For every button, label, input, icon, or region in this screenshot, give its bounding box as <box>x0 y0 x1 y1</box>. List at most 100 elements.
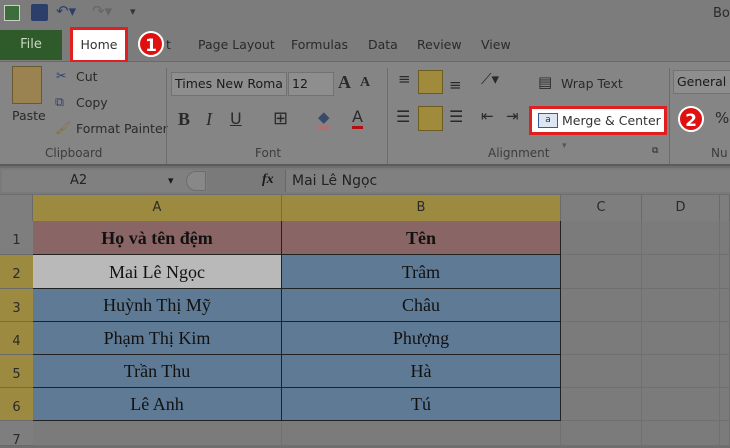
orientation-icon[interactable]: ⟋▾ <box>481 70 499 88</box>
font-group-label: Font <box>255 146 282 160</box>
clipboard-group-label: Clipboard <box>45 146 103 160</box>
row-header-6[interactable]: 6 <box>0 388 33 421</box>
align-center-icon[interactable] <box>418 106 443 131</box>
table-cell[interactable]: Phạm Thị Kim <box>33 322 282 355</box>
paste-icon <box>12 66 42 104</box>
excel-logo-icon <box>4 5 20 21</box>
align-top-icon[interactable]: ≡ <box>398 70 411 88</box>
formula-input[interactable]: Mai Lê Ngọc <box>285 170 730 192</box>
empty-cell[interactable] <box>33 421 282 446</box>
empty-cell[interactable] <box>642 421 720 446</box>
table-cell[interactable]: Phượng <box>282 322 561 355</box>
redo-icon[interactable]: ↷▾ <box>92 2 112 20</box>
empty-cell[interactable] <box>642 221 720 255</box>
align-right-icon[interactable]: ☰ <box>449 107 463 126</box>
selected-cell[interactable]: Mai Lê Ngọc <box>33 255 282 289</box>
bold-button[interactable]: B <box>178 109 190 130</box>
undo-icon[interactable]: ↶▾ <box>56 2 76 20</box>
empty-cell[interactable] <box>642 355 720 388</box>
tab-data[interactable]: Data <box>368 37 398 52</box>
tab-insert[interactable]: t <box>166 37 171 52</box>
empty-cell[interactable] <box>282 421 561 446</box>
empty-cell[interactable] <box>642 322 720 355</box>
decrease-indent-icon[interactable]: ⇤ <box>481 107 494 125</box>
shrink-font-icon[interactable]: A <box>360 75 370 91</box>
formula-bar-handle[interactable] <box>186 171 206 191</box>
save-icon[interactable] <box>31 4 48 21</box>
table-cell[interactable]: Hà <box>282 355 561 388</box>
row-header-7[interactable]: 7 <box>0 421 33 448</box>
increase-indent-icon[interactable]: ⇥ <box>506 107 519 125</box>
empty-cell[interactable] <box>720 388 730 421</box>
tab-file[interactable]: File <box>0 30 62 60</box>
number-format-dropdown[interactable]: General <box>673 70 730 94</box>
tab-review[interactable]: Review <box>417 37 462 52</box>
table-header-cell[interactable]: Họ và tên đệm <box>33 221 282 255</box>
select-all-corner[interactable] <box>0 195 33 221</box>
insert-function-icon[interactable]: fx <box>262 172 274 188</box>
tab-home[interactable]: Home <box>70 27 128 63</box>
alignment-dialog-launcher[interactable]: ⧉ <box>652 146 658 156</box>
empty-cell[interactable] <box>720 289 730 322</box>
copy-icon: ⧉ <box>55 94 64 109</box>
row-header-5[interactable]: 5 <box>0 355 33 388</box>
name-box-dropdown-icon[interactable]: ▾ <box>168 174 174 187</box>
copy-button[interactable]: Copy <box>76 95 108 110</box>
row-header-1[interactable]: 1 <box>0 221 33 255</box>
column-header-b[interactable]: B <box>282 195 561 221</box>
align-bottom-icon[interactable]: ≡ <box>449 76 462 94</box>
empty-cell[interactable] <box>561 255 642 289</box>
merge-center-icon: a <box>538 113 558 128</box>
name-box[interactable]: A2 <box>2 170 207 192</box>
window-title: Bo <box>713 6 730 21</box>
empty-cell[interactable] <box>561 388 642 421</box>
empty-cell[interactable] <box>720 221 730 255</box>
grow-font-icon[interactable]: A <box>338 72 351 93</box>
tab-view[interactable]: View <box>481 37 511 52</box>
percent-style-button[interactable]: % <box>715 109 729 127</box>
empty-cell[interactable] <box>561 355 642 388</box>
empty-cell[interactable] <box>642 388 720 421</box>
format-painter-button[interactable]: Format Painter <box>76 121 168 136</box>
align-middle-icon[interactable] <box>418 70 443 94</box>
table-cell[interactable]: Tú <box>282 388 561 421</box>
row-header-3[interactable]: 3 <box>0 289 33 322</box>
tab-page-layout[interactable]: Page Layout <box>198 37 275 52</box>
empty-cell[interactable] <box>561 421 642 446</box>
italic-button[interactable]: I <box>206 109 212 130</box>
fill-color-icon[interactable]: ◆ <box>318 108 330 129</box>
empty-cell[interactable] <box>561 322 642 355</box>
wrap-text-button[interactable]: Wrap Text <box>561 76 623 91</box>
row-header-4[interactable]: 4 <box>0 322 33 355</box>
align-left-icon[interactable]: ☰ <box>396 107 410 126</box>
column-header-d[interactable]: D <box>642 195 720 221</box>
table-cell[interactable]: Trâm <box>282 255 561 289</box>
empty-cell[interactable] <box>561 221 642 255</box>
font-size-dropdown[interactable]: 12 <box>288 72 334 96</box>
table-cell[interactable]: Trần Thu <box>33 355 282 388</box>
merge-center-button[interactable]: a Merge & Center ▾ <box>529 106 667 151</box>
tab-formulas[interactable]: Formulas <box>291 37 348 52</box>
column-header-a[interactable]: A <box>33 195 282 221</box>
customize-toolbar-icon[interactable]: ▾ <box>130 5 136 18</box>
column-header-c[interactable]: C <box>561 195 642 221</box>
cut-button[interactable]: Cut <box>76 69 98 84</box>
empty-cell[interactable] <box>561 289 642 322</box>
empty-cell[interactable] <box>720 421 730 446</box>
table-cell[interactable]: Huỳnh Thị Mỹ <box>33 289 282 322</box>
row-header-2[interactable]: 2 <box>0 255 33 289</box>
paste-button[interactable]: Paste <box>12 108 46 123</box>
borders-icon[interactable]: ⊞ <box>273 108 288 129</box>
table-header-cell[interactable]: Tên <box>282 221 561 255</box>
empty-cell[interactable] <box>642 255 720 289</box>
empty-cell[interactable] <box>720 355 730 388</box>
empty-cell[interactable] <box>720 322 730 355</box>
table-cell[interactable]: Châu <box>282 289 561 322</box>
column-header-e[interactable] <box>720 195 730 221</box>
underline-button[interactable]: U <box>230 109 242 128</box>
font-name-dropdown[interactable]: Times New Roma <box>171 72 287 96</box>
empty-cell[interactable] <box>720 255 730 289</box>
font-color-icon[interactable]: A <box>352 107 363 129</box>
table-cell[interactable]: Lê Anh <box>33 388 282 421</box>
empty-cell[interactable] <box>642 289 720 322</box>
